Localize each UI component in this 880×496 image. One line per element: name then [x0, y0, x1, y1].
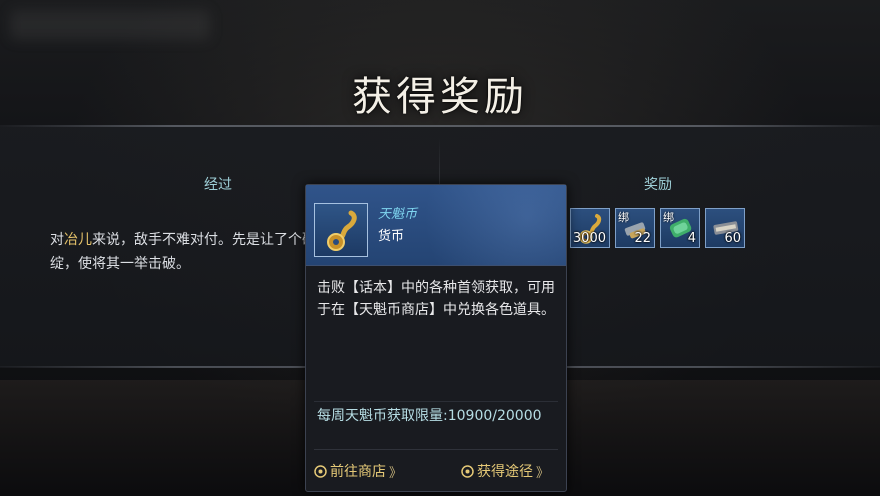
- story-name: 冶儿: [64, 232, 92, 248]
- tooltip-item-name: 天魁币: [378, 207, 418, 222]
- goto-shop-button[interactable]: 前往商店 》: [314, 461, 402, 481]
- reward-item-currency[interactable]: 3000: [570, 208, 610, 248]
- story-prefix: 对: [50, 232, 64, 248]
- tooltip-description: 击败【话本】中的各种首领获取，可用于在【天魁币商店】中兑换各色道具。: [317, 280, 555, 318]
- currency-coin-icon: [327, 210, 357, 251]
- reward-qty: 3000: [572, 231, 606, 246]
- item-tooltip: 天魁币 货币 击败【话本】中的各种首领获取，可用于在【天魁币商店】中兑换各色道具…: [305, 184, 567, 492]
- page-title: 获得奖励: [352, 74, 528, 120]
- gem-icon: [314, 464, 327, 478]
- tooltip-item-icon-frame: [314, 203, 368, 257]
- tooltip-header: 天魁币 货币: [306, 185, 566, 266]
- reward-item-bundle[interactable]: 60: [705, 208, 745, 248]
- gem-icon: [461, 464, 474, 478]
- reward-bound-tag: 绑: [618, 211, 629, 224]
- reward-item-material[interactable]: 绑 22: [615, 208, 655, 248]
- rewards-heading: 奖励: [644, 177, 672, 193]
- reward-qty: 60: [724, 231, 741, 246]
- reward-list: 3000 绑 22 绑 4 60: [570, 208, 745, 248]
- obtain-source-label: 获得途径: [477, 464, 533, 480]
- reward-qty: 22: [634, 231, 651, 246]
- chevron-right-icon: 》: [536, 465, 550, 481]
- reward-qty: 4: [687, 231, 696, 246]
- story-text: 对冶儿来说，敌手不难对付。先是让了个破绽，使将其一举击破。: [50, 228, 320, 276]
- obtain-source-button[interactable]: 获得途径 》: [461, 461, 549, 481]
- tooltip-item-type: 货币: [378, 229, 405, 244]
- reward-item-jade[interactable]: 绑 4: [660, 208, 700, 248]
- chevron-right-icon: 》: [389, 465, 403, 481]
- goto-shop-label: 前往商店: [330, 464, 386, 480]
- tooltip-separator: [314, 449, 558, 450]
- background-blur: [10, 10, 210, 40]
- reward-bound-tag: 绑: [663, 211, 674, 224]
- tooltip-weekly-limit: 每周天魁币获取限量:10900/20000: [317, 408, 542, 424]
- tooltip-separator: [314, 401, 558, 402]
- story-heading: 经过: [204, 177, 232, 193]
